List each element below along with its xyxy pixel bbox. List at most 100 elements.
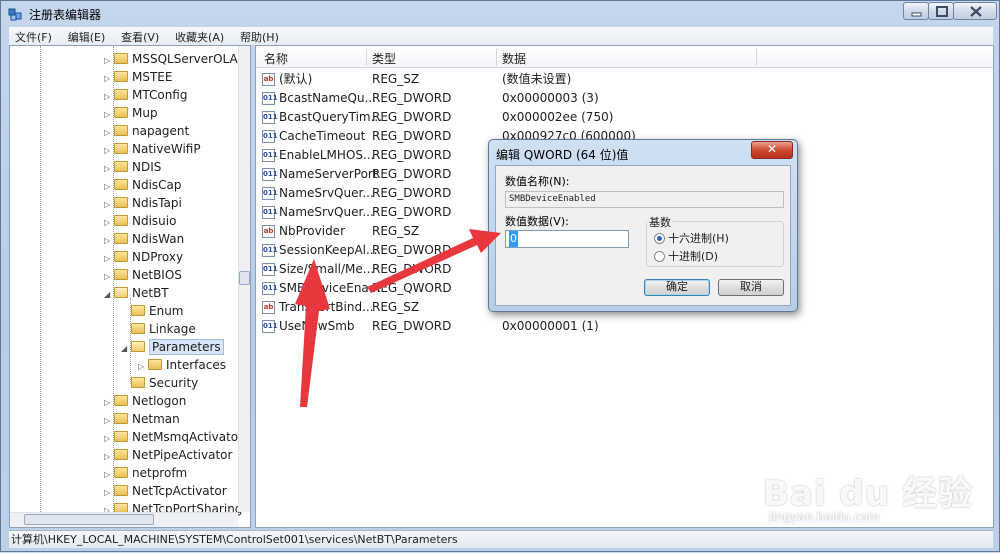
column-header-type[interactable]: 类型 [372,50,396,67]
close-button[interactable] [953,2,997,20]
edit-qword-dialog[interactable]: 编辑 QWORD (64 位)值 ✕ 数值名称(N): SMBDeviceEna… [488,139,798,312]
value-name: Size/Small/Me... [279,262,375,276]
value-type: REG_DWORD [372,167,452,181]
radio-unchecked-icon[interactable] [654,251,665,262]
maximize-button[interactable] [928,2,954,20]
tree-item[interactable]: ▷ NDIS [104,158,161,176]
tree-item-label: Netlogon [132,394,187,408]
tree-vertical-scroll-thumb[interactable] [239,271,250,285]
binary-value-icon: 011 [262,187,278,200]
value-data-label: 数值数据(V): [505,215,569,228]
tree-item[interactable]: ▷ MSTEE [104,68,172,86]
tree-item[interactable]: ▷ NetBIOS [104,266,182,284]
tree-item[interactable]: ▷ Interfaces [138,356,226,374]
value-row[interactable]: 011 UseNewSmb REG_DWORD 0x00000001 (1) [256,317,993,336]
tree-guide-line [40,46,41,512]
tree-item[interactable]: ▷ NetPipeActivator [104,446,232,464]
title-bar[interactable]: 注册表编辑器 [1,1,1000,27]
value-name: (默认) [279,72,313,86]
tree-item[interactable]: ▷ MSSQLServerOLAPS [104,50,250,68]
expanded-arrow-icon[interactable]: ◢ [121,340,131,358]
tree-item[interactable]: ▷ NetMsmqActivator [104,428,243,446]
value-type: REG_DWORD [372,205,452,219]
value-type: REG_DWORD [372,110,452,124]
value-name: UseNewSmb [279,319,355,333]
column-header-name[interactable]: 名称 [264,50,288,67]
tree-item[interactable]: ◢ Parameters [121,338,224,356]
binary-value-icon: 011 [262,149,278,162]
tree-horizontal-scroll-thumb[interactable] [24,514,154,525]
dialog-close-button[interactable]: ✕ [751,141,793,159]
value-name: NbProvider [279,224,345,238]
registry-editor-window: 注册表编辑器 文件(F) 编辑(E) 查看(V) 收藏夹(A) 帮助(H) ▷ M… [0,0,1000,552]
menu-edit[interactable]: 编辑(E) [62,27,112,47]
tree-item[interactable]: ▷ NetTcpActivator [104,482,227,500]
tree-item[interactable]: Security [121,374,198,392]
folder-icon [114,233,128,244]
column-header-data[interactable]: 数据 [502,50,526,67]
binary-value-icon: 011 [262,320,278,333]
folder-icon [114,395,128,406]
folder-icon [148,359,162,370]
watermark-url: jingyan.baidu.com [769,510,880,524]
value-row[interactable]: 011 BcastQueryTim... REG_DWORD 0x000002ee (… [256,108,993,127]
menu-view[interactable]: 查看(V) [115,27,165,47]
ok-button[interactable]: 确定 [644,279,710,296]
tree-item[interactable]: ▷ Mup [104,104,158,122]
value-row[interactable]: ab (默认) REG_SZ (数值未设置) [256,70,993,89]
expanded-arrow-icon[interactable]: ◢ [104,286,114,304]
binary-value-icon: 011 [262,92,278,105]
tree-item[interactable]: Linkage [121,320,196,338]
tree-item[interactable]: ▷ napagent [104,122,189,140]
key-tree-pane[interactable]: ▷ MSSQLServerOLAPS ▷ MSTEE ▷ MTConfig ▷ Mup ▷ nap… [9,45,251,528]
folder-icon [114,143,128,154]
tree-item-label: NativeWifiP [132,142,201,156]
value-name: SMBDeviceEna... [279,281,381,295]
tree-item-label: NetTcpActivator [132,484,227,498]
menu-favorites[interactable]: 收藏夹(A) [169,27,230,47]
close-icon [970,6,982,17]
binary-value-icon: 011 [262,282,278,295]
tree-item[interactable]: ▷ MTConfig [104,86,187,104]
value-name: SessionKeepAl... [279,243,378,257]
value-row[interactable]: 011 BcastNameQu... REG_DWORD 0x00000003 (3) [256,89,993,108]
tree-item-label: netprofm [132,466,188,480]
folder-icon [114,197,128,208]
tree-item[interactable]: ▷ NdisTapi [104,194,182,212]
minimize-button[interactable] [903,2,929,20]
tree-item[interactable]: ▷ Netman [104,410,180,428]
tree-item[interactable]: ▷ NDProxy [104,248,183,266]
window-title: 注册表编辑器 [29,8,102,22]
value-type: REG_DWORD [372,243,452,257]
menu-file[interactable]: 文件(F) [9,27,58,47]
radio-dec-label: 十进制(D) [668,250,719,263]
folder-icon [114,431,128,442]
radio-checked-icon[interactable] [654,233,665,244]
tree-item-label: NdisTapi [132,196,182,210]
radio-hexadecimal[interactable]: 十六进制(H) [654,232,729,245]
baidu-jingyan-watermark: Bai du 经验 jingyan.baidu.com [763,466,993,526]
folder-icon [114,179,128,190]
column-divider[interactable] [366,48,367,66]
column-divider[interactable] [496,48,497,66]
tree-item[interactable]: ▷ netprofm [104,464,187,482]
menu-help[interactable]: 帮助(H) [234,27,285,47]
tree-item[interactable]: ▷ NdisCap [104,176,182,194]
column-divider[interactable] [756,48,757,66]
tree-item[interactable]: ▷ NdisWan [104,230,184,248]
cancel-button[interactable]: 取消 [718,279,784,296]
tree-item[interactable]: Enum [121,302,183,320]
value-data-input[interactable]: 0 [505,230,629,248]
tree-item[interactable]: ▷ Ndisuio [104,212,176,230]
tree-item[interactable]: ▷ Netlogon [104,392,186,410]
watermark-brand: Bai du 经验 [763,474,973,514]
tree-item-label: Linkage [149,322,196,336]
value-type: REG_DWORD [372,262,452,276]
tree-item-label: Security [149,376,199,390]
radio-decimal[interactable]: 十进制(D) [654,250,718,263]
close-icon: ✕ [766,142,778,156]
value-type: REG_DWORD [372,319,452,333]
tree-item[interactable]: ▷ NativeWifiP [104,140,201,158]
tree-item[interactable]: ◢ NetBT [104,284,169,302]
tree-item-label: NetPipeActivator [132,448,233,462]
